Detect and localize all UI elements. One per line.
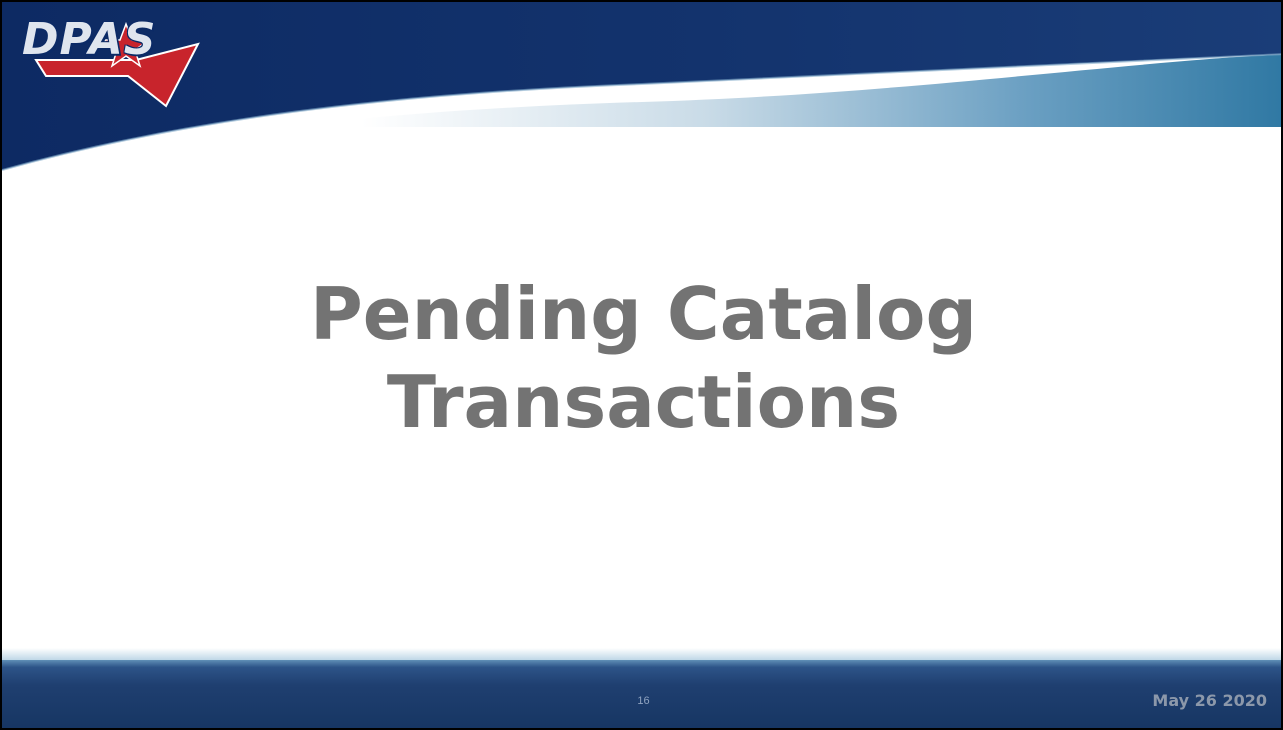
slide-title-line-1: Pending Catalog <box>309 272 978 356</box>
dpas-logo: DPAS <box>16 14 206 109</box>
logo-text: DPAS <box>22 14 157 65</box>
slide-number: 16 <box>637 695 650 707</box>
slide-title-line-2: Transactions <box>386 360 901 444</box>
slide-date: May 26 2020 <box>1152 691 1267 710</box>
slide: DPAS Pending Catalog Transactions 16 May… <box>0 0 1283 730</box>
slide-title: Pending Catalog Transactions <box>2 270 1281 446</box>
